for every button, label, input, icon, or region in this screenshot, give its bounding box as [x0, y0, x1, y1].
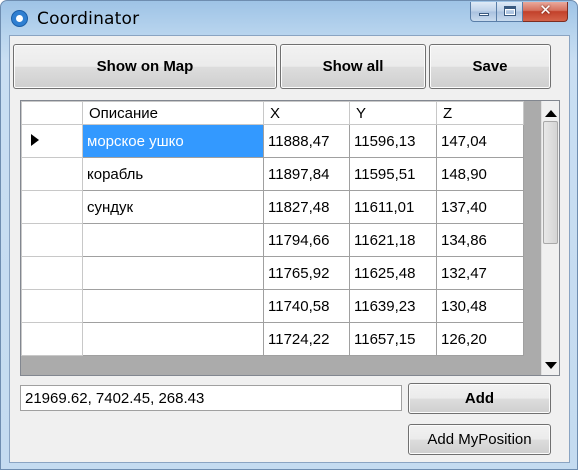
column-header-z[interactable]: Z: [436, 101, 524, 125]
cell-x[interactable]: 11724,22: [263, 322, 350, 356]
minimize-icon: [479, 13, 489, 16]
column-header-x[interactable]: X: [263, 101, 350, 125]
show-on-map-button[interactable]: Show on Map: [13, 44, 277, 89]
close-icon: ✕: [539, 1, 552, 19]
cell-description[interactable]: корабль: [82, 157, 264, 191]
table-row[interactable]: 11794,66 11621,18 134,86: [21, 223, 524, 257]
cell-y[interactable]: 11621,18: [349, 223, 437, 257]
window-title: Coordinator: [37, 9, 140, 29]
maximize-button[interactable]: [497, 2, 523, 22]
row-header[interactable]: [21, 157, 83, 191]
row-header[interactable]: [21, 256, 83, 290]
cell-x[interactable]: 11794,66: [263, 223, 350, 257]
cell-description[interactable]: [82, 256, 264, 290]
corner-header: [21, 101, 83, 125]
table-row[interactable]: сундук 11827,48 11611,01 137,40: [21, 190, 524, 224]
row-header[interactable]: [21, 289, 83, 323]
cell-z[interactable]: 130,48: [436, 289, 524, 323]
coordinates-input[interactable]: [20, 385, 402, 411]
cell-y[interactable]: 11611,01: [349, 190, 437, 224]
current-row-arrow-icon: [31, 133, 39, 146]
title-bar[interactable]: Coordinator ✕: [1, 1, 577, 35]
cell-y[interactable]: 11657,15: [349, 322, 437, 356]
cell-z[interactable]: 147,04: [436, 124, 524, 158]
table-row[interactable]: 11724,22 11657,15 126,20: [21, 322, 524, 356]
cell-z[interactable]: 148,90: [436, 157, 524, 191]
cell-z[interactable]: 126,20: [436, 322, 524, 356]
cell-description[interactable]: [82, 289, 264, 323]
row-header[interactable]: [21, 223, 83, 257]
cell-x[interactable]: 11740,58: [263, 289, 350, 323]
vertical-scrollbar[interactable]: [541, 101, 559, 375]
column-header-y[interactable]: Y: [349, 101, 437, 125]
coordinates-grid[interactable]: Описание X Y Z морское ушко 11888,47 11596…: [20, 100, 560, 376]
app-window: Coordinator ✕ Show on Map Show all Save …: [0, 0, 578, 470]
cell-y[interactable]: 11625,48: [349, 256, 437, 290]
coordinates-table: Описание X Y Z морское ушко 11888,47 11596…: [21, 101, 524, 356]
add-button[interactable]: Add: [408, 383, 551, 414]
cell-z[interactable]: 137,40: [436, 190, 524, 224]
scroll-up-icon[interactable]: [545, 110, 557, 117]
save-button[interactable]: Save: [429, 44, 551, 89]
scroll-thumb[interactable]: [543, 121, 558, 244]
row-header[interactable]: [21, 322, 83, 356]
add-my-position-button[interactable]: Add MyPosition: [408, 424, 551, 455]
caption-buttons: ✕: [470, 1, 568, 22]
row-header[interactable]: [21, 190, 83, 224]
cell-x[interactable]: 11765,92: [263, 256, 350, 290]
header-row: Описание X Y Z: [21, 101, 524, 125]
cell-y[interactable]: 11595,51: [349, 157, 437, 191]
table-row[interactable]: морское ушко 11888,47 11596,13 147,04: [21, 124, 524, 158]
client-area: Show on Map Show all Save Описание X Y Z: [9, 35, 570, 463]
table-row[interactable]: 11740,58 11639,23 130,48: [21, 289, 524, 323]
cell-z[interactable]: 132,47: [436, 256, 524, 290]
cell-description[interactable]: сундук: [82, 190, 264, 224]
cell-z[interactable]: 134,86: [436, 223, 524, 257]
show-all-button[interactable]: Show all: [280, 44, 426, 89]
maximize-icon: [504, 6, 516, 16]
minimize-button[interactable]: [470, 2, 497, 22]
table-row[interactable]: 11765,92 11625,48 132,47: [21, 256, 524, 290]
cell-description[interactable]: [82, 223, 264, 257]
cell-description[interactable]: морское ушко: [82, 124, 264, 158]
cell-description[interactable]: [82, 322, 264, 356]
cell-y[interactable]: 11596,13: [349, 124, 437, 158]
table-row[interactable]: корабль 11897,84 11595,51 148,90: [21, 157, 524, 191]
row-header[interactable]: [21, 124, 83, 158]
scroll-down-icon[interactable]: [545, 362, 557, 369]
column-header-description[interactable]: Описание: [82, 101, 264, 125]
app-icon[interactable]: [11, 10, 28, 27]
close-button[interactable]: ✕: [523, 1, 568, 22]
cell-x[interactable]: 11888,47: [263, 124, 350, 158]
cell-x[interactable]: 11827,48: [263, 190, 350, 224]
cell-x[interactable]: 11897,84: [263, 157, 350, 191]
cell-y[interactable]: 11639,23: [349, 289, 437, 323]
